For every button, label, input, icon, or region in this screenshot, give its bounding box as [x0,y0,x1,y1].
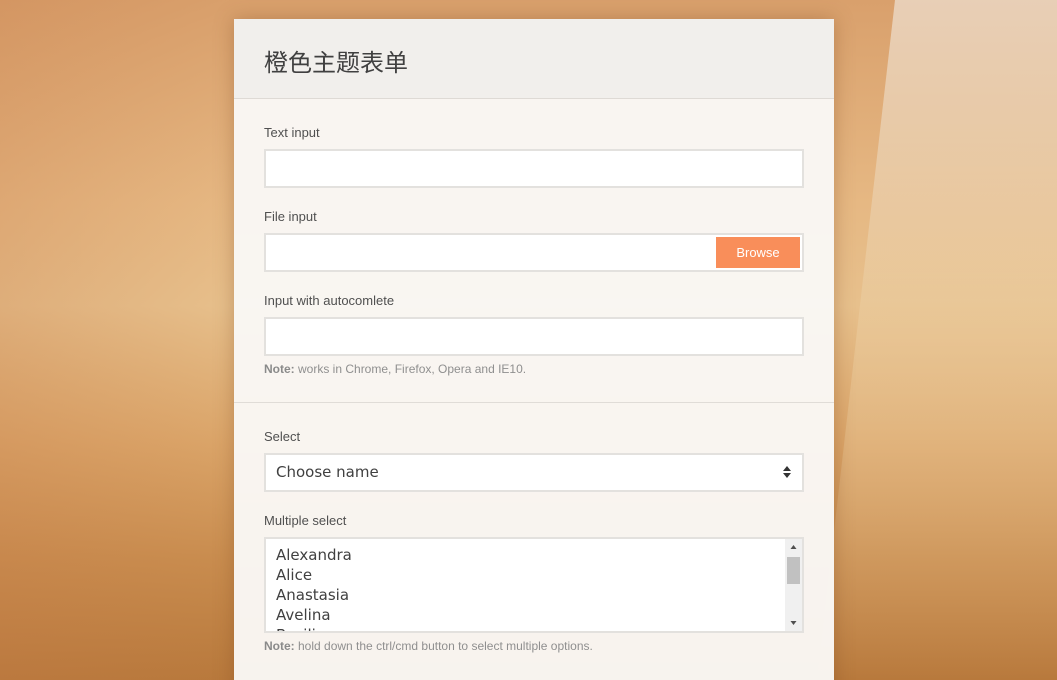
multi-select-note: Note: hold down the ctrl/cmd button to s… [264,639,593,653]
name-select[interactable]: Choose name [264,453,804,492]
multi-select-note-text: hold down the ctrl/cmd button to select … [294,639,593,653]
autocomplete-note: Note: works in Chrome, Firefox, Opera an… [264,362,526,376]
multi-select-note-bold: Note: [264,639,295,653]
text-input-label: Text input [264,125,320,140]
triangle-up-icon[interactable] [785,539,802,556]
file-input[interactable]: Browse [264,233,804,272]
option-alexandra[interactable]: Alexandra [276,545,352,565]
option-anastasia[interactable]: Anastasia [276,585,352,605]
autocomplete-note-bold: Note: [264,362,295,376]
option-avelina[interactable]: Avelina [276,605,352,625]
up-down-arrows-icon [783,466,791,478]
triangle-down-icon[interactable] [785,614,802,631]
background-light-streak [817,0,1057,680]
form-title: 橙色主题表单 [264,49,408,77]
text-input[interactable] [264,149,804,188]
multi-select-options: Alexandra Alice Anastasia Avelina Basili… [276,545,352,631]
form-card: 橙色主题表单 Text input File input Browse Inpu… [234,19,834,680]
background-tint [0,0,240,680]
select-label: Select [264,429,301,444]
form-header: 橙色主题表单 [234,19,834,99]
browse-button[interactable]: Browse [716,237,800,268]
multi-select-scrollbar[interactable] [785,539,802,631]
autocomplete-input[interactable] [264,317,804,356]
autocomplete-input-label: Input with autocomlete [264,293,395,308]
multiple-select[interactable]: Alexandra Alice Anastasia Avelina Basili… [264,537,804,633]
multi-select-label: Multiple select [264,513,347,528]
option-basilia[interactable]: Basilia [276,625,352,631]
option-alice[interactable]: Alice [276,565,352,585]
select-value: Choose name [276,463,379,481]
autocomplete-note-text: works in Chrome, Firefox, Opera and IE10… [294,362,527,376]
file-input-label: File input [264,209,317,224]
section-divider [234,402,834,403]
scroll-thumb[interactable] [787,557,800,584]
